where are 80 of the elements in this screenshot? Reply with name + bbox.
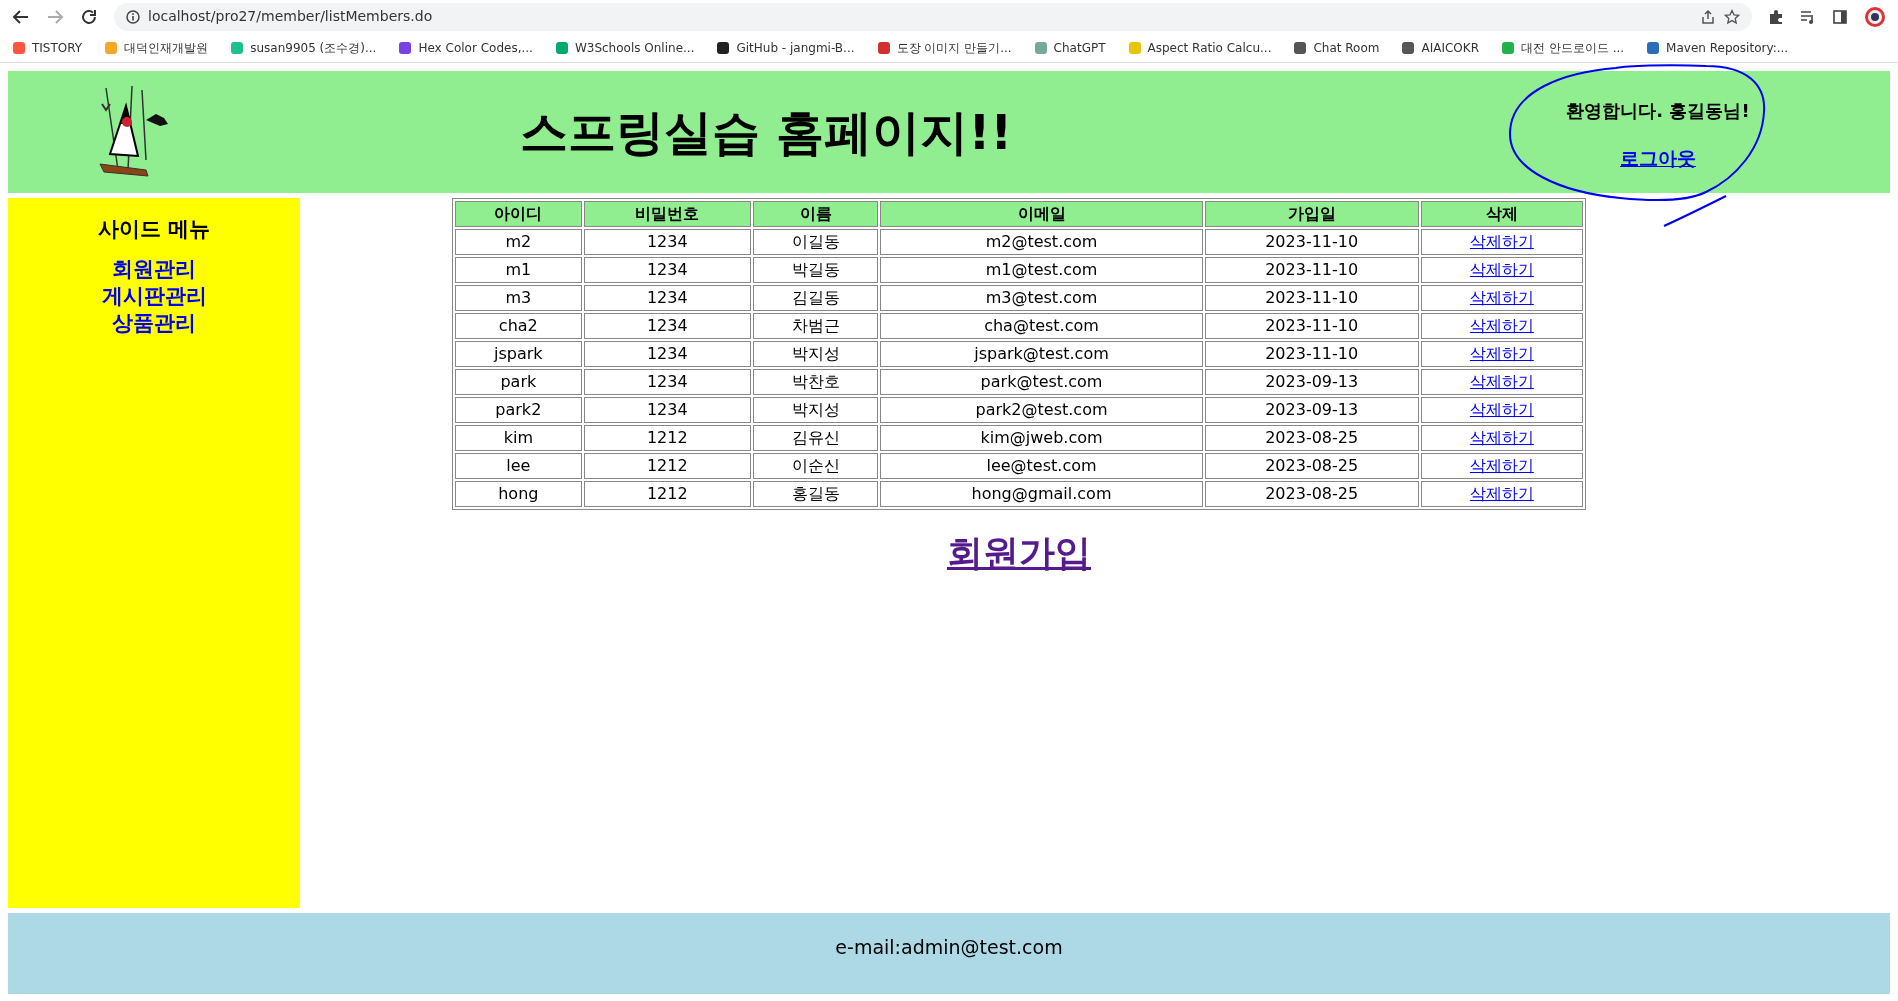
- table-cell: 1212: [583, 453, 751, 479]
- logout-link[interactable]: 로그아웃: [1620, 144, 1696, 173]
- table-cell: 1234: [583, 397, 751, 423]
- table-cell: lee@test.com: [880, 453, 1203, 479]
- bookmark-item[interactable]: Chat Room: [1293, 38, 1380, 57]
- table-cell: cha2: [455, 313, 582, 339]
- table-cell: jspark@test.com: [880, 341, 1203, 367]
- table-cell: m1@test.com: [880, 257, 1203, 283]
- sidebar-menu-link[interactable]: 회원관리: [112, 255, 196, 283]
- table-cell: 1212: [583, 425, 751, 451]
- bookmark-item[interactable]: Maven Repository:...: [1646, 38, 1789, 57]
- table-cell: 김길동: [752, 285, 879, 311]
- table-cell: 2023-08-25: [1204, 425, 1419, 451]
- table-cell: 1234: [583, 341, 751, 367]
- table-cell: 2023-09-13: [1204, 397, 1419, 423]
- table-cell: 박지성: [752, 397, 879, 423]
- table-cell: 2023-11-10: [1204, 313, 1419, 339]
- table-cell: park2: [455, 397, 582, 423]
- table-cell: kim@jweb.com: [880, 425, 1203, 451]
- table-cell: m2@test.com: [880, 229, 1203, 255]
- bookmark-item[interactable]: 대덕인재개발원: [104, 38, 209, 57]
- table-cell: park2@test.com: [880, 397, 1203, 423]
- page-title: 스프링실습 홈페이지!!: [519, 103, 1013, 162]
- table-cell: kim: [455, 425, 582, 451]
- bookmark-item[interactable]: ChatGPT: [1033, 38, 1106, 57]
- bookmark-item[interactable]: AIAICOKR: [1401, 38, 1479, 57]
- signup-link[interactable]: 회원가입: [947, 526, 1091, 580]
- table-cell: m1: [455, 257, 582, 283]
- table-cell: 박지성: [752, 341, 879, 367]
- table-cell: park@test.com: [880, 369, 1203, 395]
- table-cell: 차범근: [752, 313, 879, 339]
- address-bar[interactable]: localhost/pro27/member/listMembers.do: [114, 2, 1752, 31]
- sidebar-menu-link[interactable]: 게시판관리: [101, 282, 207, 310]
- table-cell: 2023-11-10: [1204, 285, 1419, 311]
- table-cell: 박찬호: [752, 369, 879, 395]
- table-cell: 1234: [583, 369, 751, 395]
- column-header: 가입일: [1204, 201, 1419, 227]
- bookmark-item[interactable]: 대전 안드로이드 ...: [1501, 38, 1625, 57]
- column-header: 삭제: [1420, 201, 1583, 227]
- url-text: localhost/pro27/member/listMembers.do: [148, 7, 433, 26]
- table-cell: 1234: [583, 285, 751, 311]
- table-cell: jspark: [455, 341, 582, 367]
- table-cell: cha@test.com: [880, 313, 1203, 339]
- bookmark-item[interactable]: W3Schools Online...: [554, 38, 695, 57]
- table-cell: 2023-11-10: [1204, 229, 1419, 255]
- table-cell: 이순신: [752, 453, 879, 479]
- bookmark-item[interactable]: 도장 이미지 만들기...: [876, 38, 1012, 57]
- table-cell: 2023-08-25: [1204, 481, 1419, 507]
- column-header: 비밀번호: [583, 201, 751, 227]
- table-cell: hong@gmail.com: [880, 481, 1203, 507]
- column-header: 이름: [752, 201, 879, 227]
- bookmark-item[interactable]: susan9905 (조수경)...: [230, 38, 377, 57]
- table-cell: m3: [455, 285, 582, 311]
- bookmark-item[interactable]: GitHub - jangmi-B...: [716, 38, 855, 57]
- table-cell: 1234: [583, 229, 751, 255]
- table-cell: m2: [455, 229, 582, 255]
- bookmark-item[interactable]: TISTORY: [12, 38, 83, 57]
- table-cell: 1234: [583, 313, 751, 339]
- column-header: 아이디: [455, 201, 582, 227]
- table-cell: lee: [455, 453, 582, 479]
- sidebar-title: 사이드 메뉴: [97, 216, 211, 243]
- table-cell: 1212: [583, 481, 751, 507]
- table-cell: 2023-08-25: [1204, 453, 1419, 479]
- bookmark-item[interactable]: Hex Color Codes,...: [398, 38, 533, 57]
- sidebar-menu-link[interactable]: 상품관리: [112, 309, 196, 337]
- footer-email: e-mail:admin@test.com: [835, 935, 1063, 960]
- table-cell: hong: [455, 481, 582, 507]
- table-cell: 2023-09-13: [1204, 369, 1419, 395]
- column-header: 이메일: [880, 201, 1203, 227]
- table-cell: m3@test.com: [880, 285, 1203, 311]
- table-cell: 박길동: [752, 257, 879, 283]
- table-cell: 홍길동: [752, 481, 879, 507]
- bookmark-item[interactable]: Aspect Ratio Calcu...: [1127, 38, 1272, 57]
- table-cell: 2023-11-10: [1204, 341, 1419, 367]
- welcome-message: 환영합니다. 홍길동님!: [1566, 99, 1750, 124]
- table-cell: park: [455, 369, 582, 395]
- table-cell: 이길동: [752, 229, 879, 255]
- table-cell: 2023-11-10: [1204, 257, 1419, 283]
- table-cell: 김유신: [752, 425, 879, 451]
- table-cell: 1234: [583, 257, 751, 283]
